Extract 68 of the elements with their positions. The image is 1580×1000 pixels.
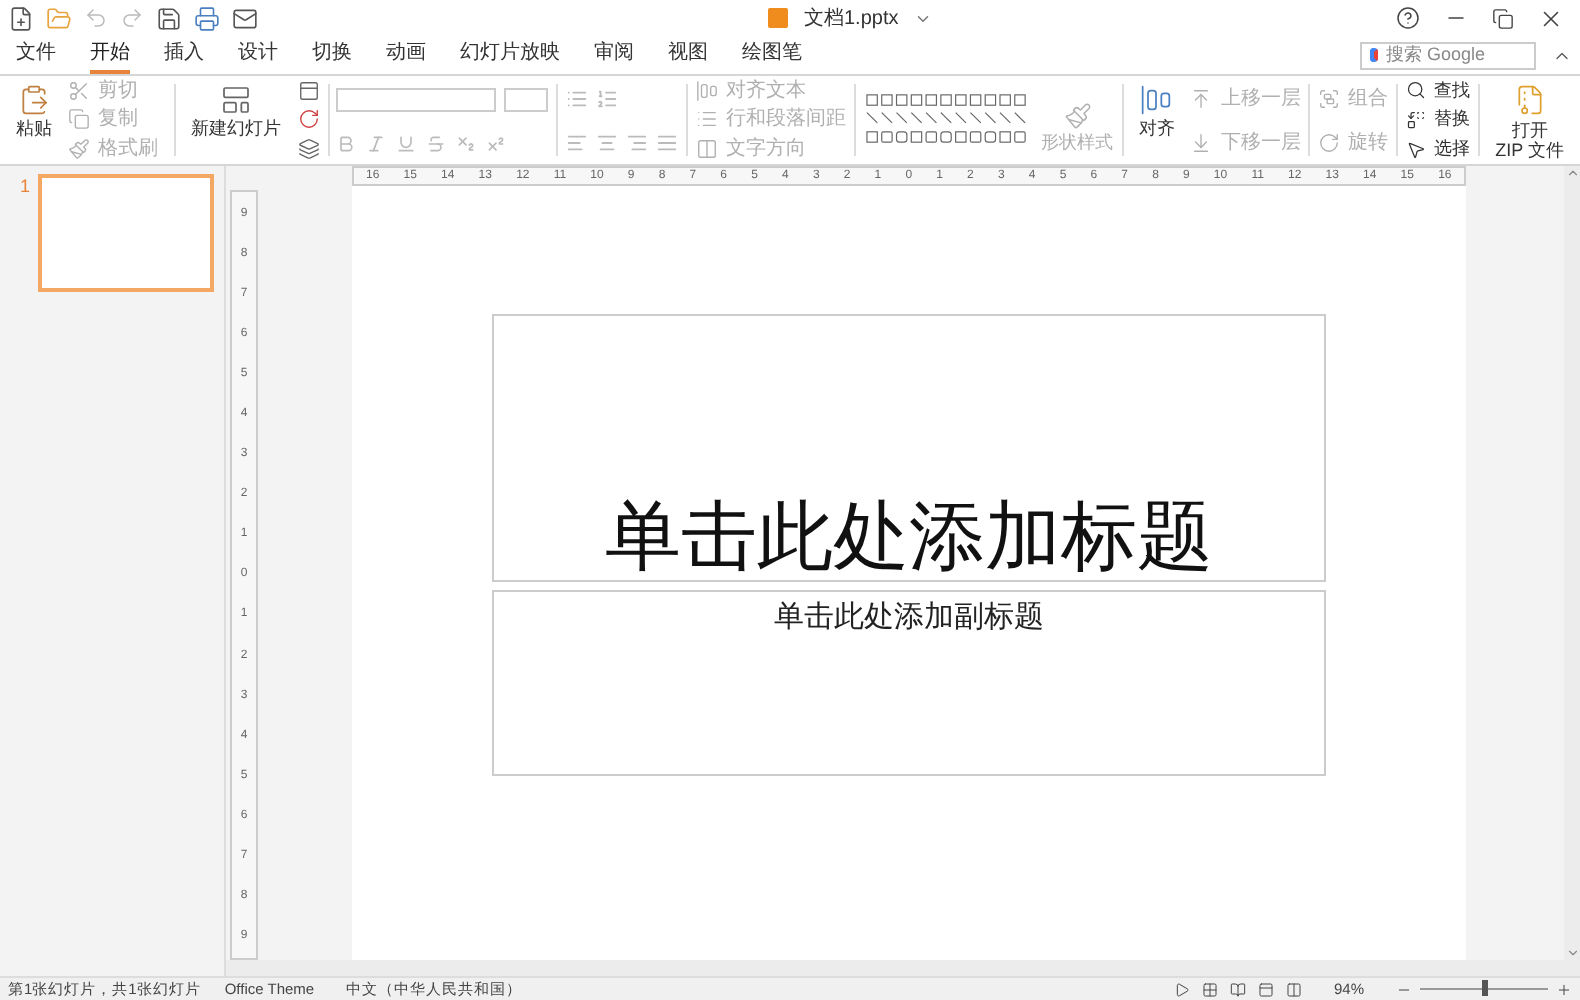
redo-icon[interactable]	[120, 6, 144, 30]
undo-icon[interactable]	[84, 6, 108, 30]
slide-thumbnail[interactable]	[38, 174, 215, 292]
ribbon-tab[interactable]: 切换	[312, 37, 352, 73]
ribbon-tab[interactable]: 绘图笔	[742, 37, 802, 73]
text-format-icon[interactable]	[336, 133, 357, 153]
normal-view-icon[interactable]	[1257, 981, 1274, 997]
new-slide-button[interactable]: 新建幻灯片	[183, 76, 290, 164]
paste-button[interactable]: 粘贴	[8, 76, 60, 164]
alignment-icon[interactable]	[626, 131, 649, 153]
ribbon-tab[interactable]: 文件	[16, 37, 56, 73]
replace-button[interactable]: 替换	[1405, 106, 1470, 134]
select-button[interactable]: 选择	[1405, 135, 1470, 163]
subtitle-placeholder[interactable]: 单击此处添加副标题	[492, 590, 1326, 776]
alignment-icon[interactable]	[656, 131, 679, 153]
find-button[interactable]: 查找	[1405, 77, 1470, 105]
ribbon-tab[interactable]: 动画	[386, 37, 426, 73]
print-icon[interactable]	[194, 5, 220, 31]
ribbon-tab[interactable]: 审阅	[594, 37, 634, 73]
save-icon[interactable]	[156, 5, 182, 31]
open-folder-icon[interactable]	[46, 5, 72, 31]
mail-icon[interactable]	[232, 5, 258, 31]
ribbon-tab[interactable]: 视图	[668, 37, 708, 73]
ribbon-tab[interactable]: 幻灯片放映	[460, 37, 560, 73]
text-format-icon[interactable]	[396, 133, 417, 153]
slide-title: 单击此处添加标题	[605, 500, 1213, 576]
search-field[interactable]: 搜索 Google	[1360, 41, 1536, 69]
new-file-icon[interactable]	[8, 5, 34, 31]
text-format-icon[interactable]	[366, 133, 387, 153]
zip-file-icon	[1513, 84, 1546, 116]
font-size-field[interactable]	[504, 87, 549, 111]
horizontal-scrollbar[interactable]	[226, 960, 1580, 976]
numbering-icon[interactable]	[596, 87, 619, 109]
slide-subtitle: 单击此处添加副标题	[774, 598, 1044, 638]
sorter-view-icon[interactable]	[1201, 981, 1218, 997]
restore-icon[interactable]	[1492, 7, 1514, 29]
title-placeholder[interactable]: 单击此处添加标题	[492, 314, 1326, 582]
bullets-icon[interactable]	[566, 87, 589, 109]
zoom-slider-thumb[interactable]	[1482, 980, 1488, 996]
brush-icon	[1063, 101, 1092, 129]
app-logo-icon	[768, 8, 788, 28]
window-title: 文档1.pptx	[804, 5, 899, 33]
zoom-in-icon[interactable]	[1556, 981, 1572, 997]
slide-layout-icon	[220, 84, 253, 116]
vertical-scrollbar[interactable]	[1564, 166, 1580, 960]
layout-icon[interactable]	[297, 79, 320, 102]
find-icon	[1405, 80, 1426, 101]
align-button[interactable]: 对齐	[1130, 76, 1183, 164]
text-format-icon[interactable]	[486, 133, 507, 153]
font-name-field[interactable]	[336, 87, 497, 111]
slideshow-icon[interactable]	[1173, 981, 1190, 997]
select-icon	[1405, 139, 1426, 160]
text-format-icon[interactable]	[426, 133, 447, 153]
open-zip-button[interactable]: 打开 ZIP 文件	[1487, 76, 1572, 164]
help-icon[interactable]	[1396, 6, 1420, 30]
ribbon-tab[interactable]: 设计	[238, 37, 278, 73]
scroll-up-icon[interactable]	[1565, 166, 1579, 180]
align-icon	[1140, 84, 1173, 116]
reset-icon[interactable]	[297, 108, 320, 131]
alignment-icon[interactable]	[596, 131, 619, 153]
outline-view-icon[interactable]	[1285, 981, 1302, 997]
ribbon-tab[interactable]: 插入	[164, 37, 204, 73]
reading-view-icon[interactable]	[1229, 981, 1246, 997]
google-icon	[1370, 48, 1378, 62]
alignment-icon[interactable]	[566, 131, 589, 153]
slide-number: 1	[20, 174, 31, 200]
text-format-icon[interactable]	[456, 133, 477, 153]
scroll-down-icon[interactable]	[1565, 946, 1579, 960]
